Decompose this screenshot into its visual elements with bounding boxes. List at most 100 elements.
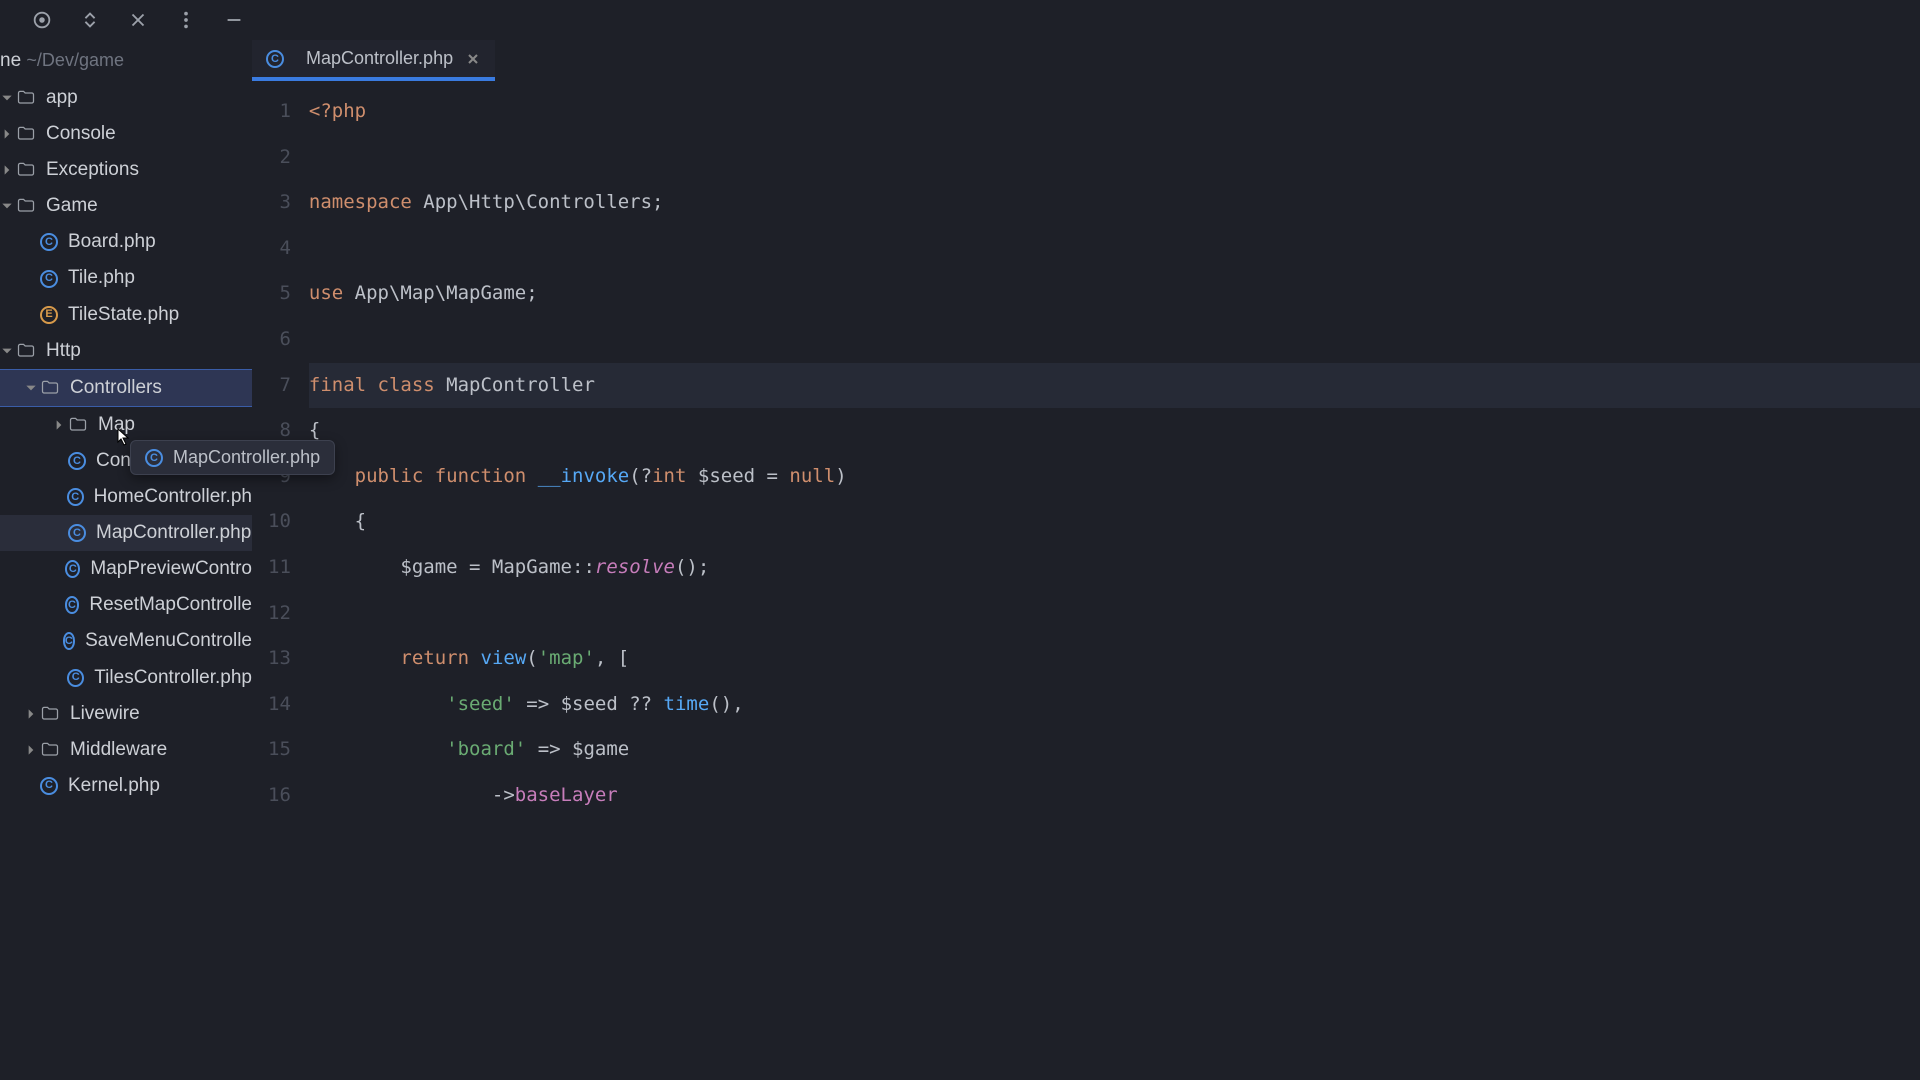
tree-item-label: Middleware xyxy=(70,732,167,768)
tree-item-label: Console xyxy=(46,116,116,152)
tab-bar: C MapController.php xyxy=(252,40,1920,81)
expand-collapse-icon[interactable] xyxy=(78,8,102,32)
tree-item-console[interactable]: Console xyxy=(0,116,252,152)
tree-item-tilestate-php[interactable]: E TileState.php xyxy=(0,297,252,333)
code-line[interactable] xyxy=(309,317,1920,363)
minimize-icon[interactable] xyxy=(222,8,246,32)
editor-tab[interactable]: C MapController.php xyxy=(252,40,495,81)
folder-icon xyxy=(16,124,46,144)
tree-item-resetmapcontrolle[interactable]: C ResetMapControlle xyxy=(0,587,252,623)
project-header[interactable]: ne ~/Dev/game xyxy=(0,40,252,80)
folder-icon xyxy=(16,88,46,108)
tree-item-app[interactable]: app xyxy=(0,80,252,116)
kebab-menu-icon[interactable] xyxy=(174,8,198,32)
tree-item-label: SaveMenuControlle xyxy=(85,623,252,659)
chevron-icon[interactable] xyxy=(0,344,14,358)
php-class-icon: C xyxy=(40,270,58,288)
project-name: ne xyxy=(0,50,21,71)
tree-item-label: TilesController.php xyxy=(94,660,252,696)
tree-item-board-php[interactable]: C Board.php xyxy=(0,224,252,260)
code-line[interactable]: final class MapController xyxy=(309,363,1920,409)
tree-item-http[interactable]: Http xyxy=(0,333,252,369)
line-number: 12 xyxy=(268,591,291,637)
tree-item-label: Http xyxy=(46,333,81,369)
target-icon[interactable] xyxy=(30,8,54,32)
line-number: 16 xyxy=(268,773,291,819)
chevron-icon[interactable] xyxy=(0,199,14,213)
code-line[interactable]: public function __invoke(?int $seed = nu… xyxy=(309,454,1920,500)
php-class-icon: C xyxy=(40,233,58,251)
folder-icon xyxy=(68,415,98,435)
chevron-icon[interactable] xyxy=(0,91,14,105)
code-line[interactable]: $game = MapGame::resolve(); xyxy=(309,545,1920,591)
tree-item-label: HomeController.ph xyxy=(94,479,252,515)
code-line[interactable]: <?php xyxy=(309,89,1920,135)
code-editor[interactable]: 12345678910111213141516 <?phpnamespace A… xyxy=(252,81,1920,1080)
chevron-icon[interactable] xyxy=(24,381,38,395)
code-line[interactable] xyxy=(309,135,1920,181)
tree-item-game[interactable]: Game xyxy=(0,188,252,224)
php-class-icon: C xyxy=(63,632,76,650)
php-class-icon: C xyxy=(65,560,80,578)
line-number: 5 xyxy=(268,271,291,317)
code-line[interactable] xyxy=(309,591,1920,637)
chevron-icon[interactable] xyxy=(0,127,14,141)
tree-item-exceptions[interactable]: Exceptions xyxy=(0,152,252,188)
code-line[interactable]: ->baseLayer xyxy=(309,773,1920,819)
tree-item-tile-php[interactable]: C Tile.php xyxy=(0,260,252,296)
line-number: 3 xyxy=(268,180,291,226)
folder-icon xyxy=(40,704,70,724)
tree-item-label: MapPreviewContro xyxy=(90,551,252,587)
code-line[interactable]: namespace App\Http\Controllers; xyxy=(309,180,1920,226)
code-line[interactable]: return view('map', [ xyxy=(309,636,1920,682)
chevron-icon[interactable] xyxy=(0,163,14,177)
tree-item-middleware[interactable]: Middleware xyxy=(0,732,252,768)
php-class-icon: C xyxy=(67,488,84,506)
php-class-icon: C xyxy=(68,524,86,542)
tree-item-savemenucontrolle[interactable]: C SaveMenuControlle xyxy=(0,623,252,659)
php-class-icon: C xyxy=(68,452,86,470)
php-class-icon: C xyxy=(65,596,80,614)
tree-item-label: Tile.php xyxy=(68,260,135,296)
tab-filename: MapController.php xyxy=(306,48,453,69)
php-enum-icon: E xyxy=(40,306,58,324)
tree-item-mappreviewcontro[interactable]: C MapPreviewContro xyxy=(0,551,252,587)
line-number: 14 xyxy=(268,682,291,728)
line-number: 10 xyxy=(268,499,291,545)
tree-item-kernel-php[interactable]: CKernel.php xyxy=(0,768,252,804)
tree-item-label: Controllers xyxy=(70,370,162,406)
tree-item-tilescontroller-php[interactable]: CTilesController.php xyxy=(0,660,252,696)
tree-item-label: Livewire xyxy=(70,696,140,732)
tree-item-livewire[interactable]: Livewire xyxy=(0,696,252,732)
folder-icon xyxy=(40,378,70,398)
folder-icon xyxy=(16,196,46,216)
tree-item-label: app xyxy=(46,80,78,116)
code-line[interactable]: { xyxy=(309,408,1920,454)
close-icon[interactable] xyxy=(126,8,150,32)
chevron-icon[interactable] xyxy=(24,707,38,721)
code-line[interactable]: { xyxy=(309,499,1920,545)
code-line[interactable]: 'seed' => $seed ?? time(), xyxy=(309,682,1920,728)
tree-item-label: TileState.php xyxy=(68,297,179,333)
chevron-icon[interactable] xyxy=(24,743,38,757)
line-number: 6 xyxy=(268,317,291,363)
code-line[interactable]: use App\Map\MapGame; xyxy=(309,271,1920,317)
folder-icon xyxy=(16,160,46,180)
tree-item-label: Board.php xyxy=(68,224,156,260)
php-class-icon: C xyxy=(145,449,163,467)
close-tab-icon[interactable] xyxy=(465,51,481,67)
line-number: 7 xyxy=(268,363,291,409)
tree-item-label: MapController.php xyxy=(96,515,251,551)
project-sidebar[interactable]: ne ~/Dev/game appConsoleExceptionsGameCB… xyxy=(0,40,252,1080)
chevron-icon[interactable] xyxy=(52,418,66,432)
tree-item-label: Exceptions xyxy=(46,152,139,188)
line-number: 15 xyxy=(268,727,291,773)
code-line[interactable] xyxy=(309,226,1920,272)
tree-item-controllers[interactable]: Controllers xyxy=(0,369,252,407)
line-number: 4 xyxy=(268,226,291,272)
tree-item-label: ResetMapControlle xyxy=(89,587,252,623)
tree-item-mapcontroller-php[interactable]: C MapController.php xyxy=(0,515,252,551)
php-class-icon: C xyxy=(40,777,58,795)
code-line[interactable]: 'board' => $game xyxy=(309,727,1920,773)
tree-item-homecontroller-ph[interactable]: C HomeController.ph xyxy=(0,479,252,515)
